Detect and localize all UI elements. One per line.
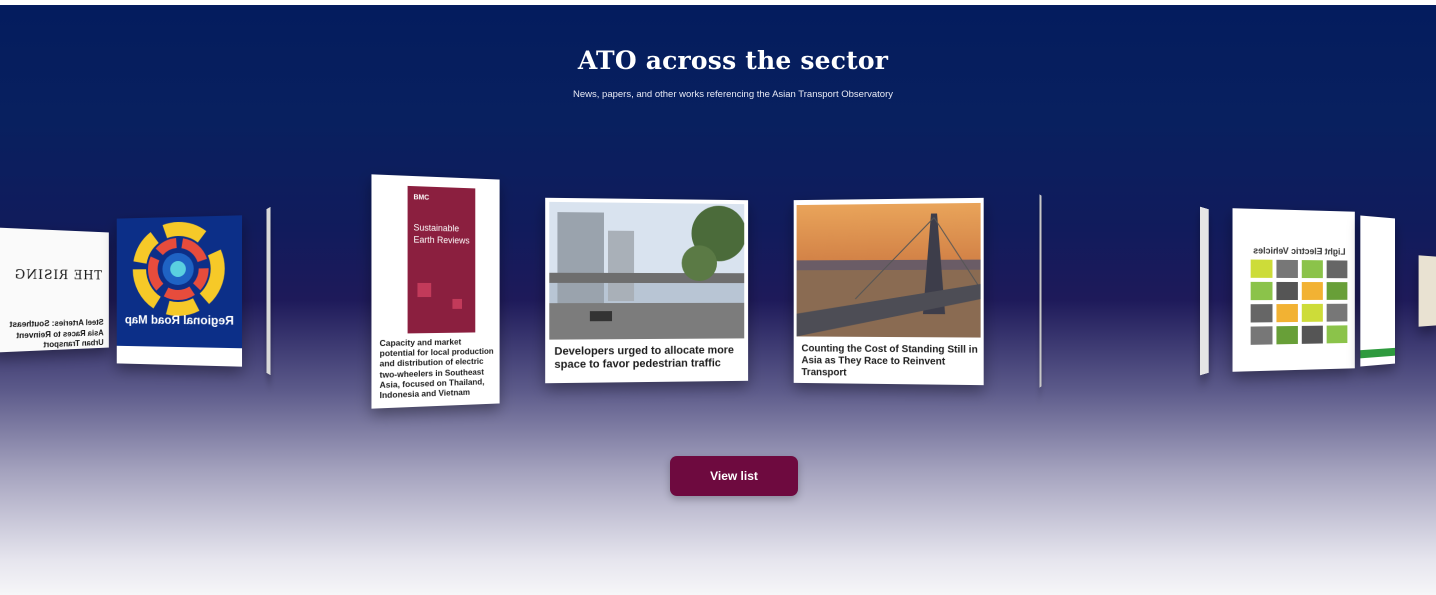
sustainable-cover-title: Sustainable Earth Reviews: [413, 222, 470, 246]
carousel-card-pedestrian[interactable]: Developers urged to allocate more space …: [545, 197, 749, 384]
road-map-cover-graphic: [116, 215, 243, 367]
carousel-card-narrow[interactable]: [1200, 206, 1209, 376]
lev-cover-graphic: [1250, 259, 1348, 345]
sustainable-title: Capacity and market potential for local …: [379, 336, 494, 401]
carousel-card-report[interactable]: [1360, 215, 1395, 367]
cover-decoration: [452, 298, 463, 309]
sustainable-cover: BMC Sustainable Earth Reviews: [407, 185, 476, 334]
rising-title: Steel Arteries: Southeast Asia Races to …: [9, 316, 104, 350]
pedestrian-photo: [549, 201, 745, 340]
bridge-title: Counting the Cost of Standing Still in A…: [801, 343, 978, 379]
section-subtitle: News, papers, and other works referencin…: [573, 89, 893, 100]
rising-brand: THE RISING: [13, 267, 102, 284]
carousel-card-light-ev[interactable]: Light Electric Vehicles: [1232, 208, 1355, 372]
carousel-card-edge-right[interactable]: [1039, 194, 1042, 388]
report-accent: [1360, 347, 1395, 359]
section-header: ATO across the sector News, papers, and …: [0, 46, 1436, 100]
publication-carousel[interactable]: THE RISING Steel Arteries: Southeast Asi…: [0, 150, 1436, 430]
section-title: ATO across the sector: [577, 46, 889, 75]
carousel-card-far-right[interactable]: [1418, 255, 1436, 327]
carousel-card-road-map[interactable]: Regional Road Map: [116, 215, 243, 367]
view-list-button[interactable]: View list: [670, 456, 798, 496]
road-map-title: Regional Road Map: [124, 312, 234, 328]
pedestrian-title: Developers urged to allocate more space …: [554, 344, 734, 372]
cover-decoration: [417, 282, 432, 298]
carousel-card-bridge[interactable]: Counting the Cost of Standing Still in A…: [793, 197, 984, 386]
carousel-card-rising[interactable]: THE RISING Steel Arteries: Southeast Asi…: [0, 227, 109, 353]
lev-title: Light Electric Vehicles: [1253, 245, 1346, 257]
carousel-card-edge-left[interactable]: [266, 206, 271, 376]
bmc-logo-text: BMC: [413, 194, 430, 202]
carousel-card-sustainable-earth[interactable]: BMC Sustainable Earth Reviews Capacity a…: [371, 174, 500, 409]
bridge-photo: [796, 202, 981, 338]
